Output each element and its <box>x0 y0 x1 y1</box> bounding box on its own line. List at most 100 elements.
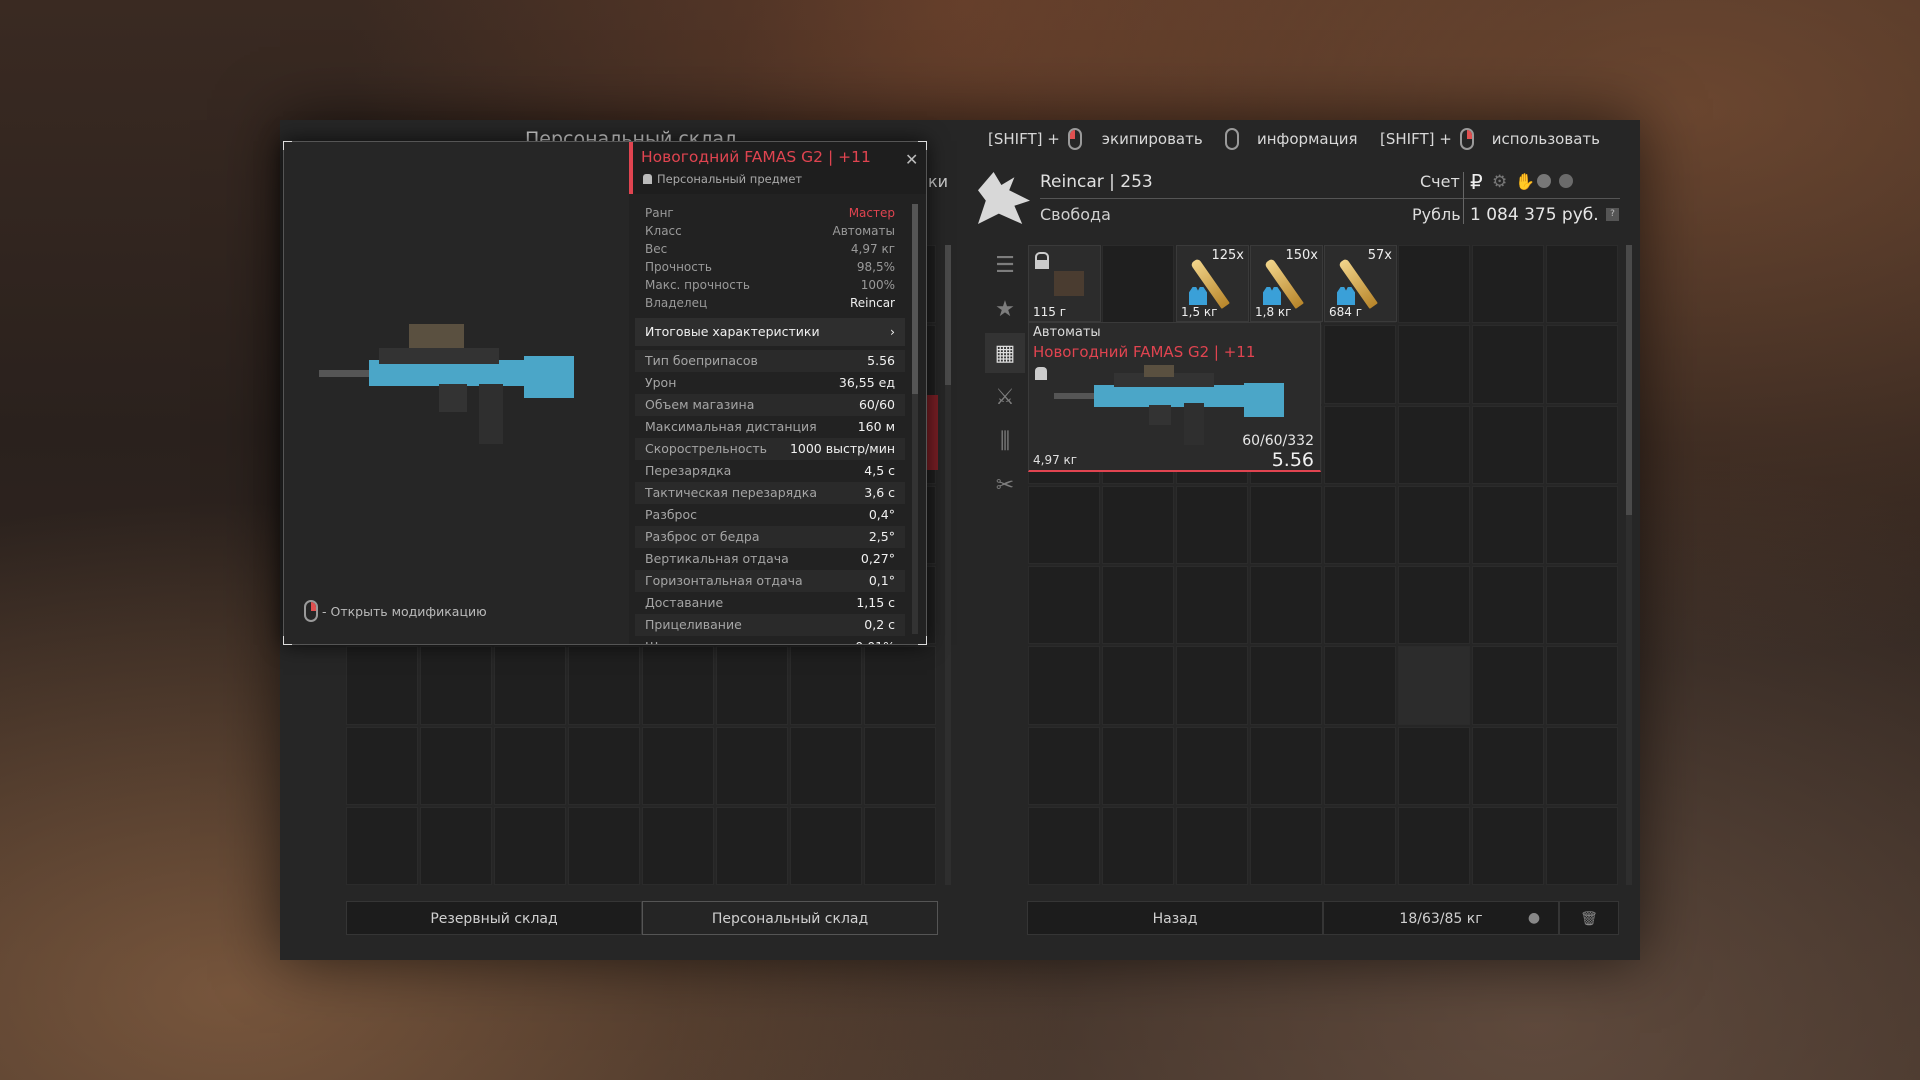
grid-cell[interactable] <box>1324 325 1396 404</box>
grid-cell[interactable] <box>1028 726 1100 805</box>
grid-cell[interactable] <box>1324 806 1396 885</box>
grid-cell[interactable] <box>1324 566 1396 645</box>
grid-cell[interactable] <box>494 806 566 885</box>
grid-cell[interactable] <box>420 806 492 885</box>
grid-cell[interactable] <box>1546 325 1618 404</box>
grid-cell[interactable] <box>1398 646 1470 725</box>
grid-cell[interactable] <box>790 806 862 885</box>
grid-cell[interactable] <box>1324 646 1396 725</box>
grid-cell[interactable] <box>716 726 788 805</box>
grid-cell[interactable] <box>1102 646 1174 725</box>
grid-cell[interactable] <box>420 726 492 805</box>
grid-cell[interactable] <box>1398 485 1470 564</box>
grid-cell[interactable] <box>1250 806 1322 885</box>
inventory-slot-ammo-3[interactable]: 57x 684 г <box>1324 245 1397 322</box>
grid-cell[interactable] <box>346 726 418 805</box>
grid-cell[interactable] <box>864 806 936 885</box>
grid-cell[interactable] <box>1546 245 1618 324</box>
grid-cell[interactable] <box>1546 806 1618 885</box>
grid-cell[interactable] <box>1102 726 1174 805</box>
storage-scrollbar-thumb[interactable] <box>945 245 951 385</box>
grid-cell[interactable] <box>1250 726 1322 805</box>
grid-cell[interactable] <box>1102 245 1174 324</box>
grid-cell[interactable] <box>494 646 566 725</box>
grid-cell[interactable] <box>642 726 714 805</box>
grid-cell[interactable] <box>568 726 640 805</box>
grid-cell[interactable] <box>1546 646 1618 725</box>
grid-cell[interactable] <box>1176 726 1248 805</box>
grid-cell[interactable] <box>1546 726 1618 805</box>
ruble-icon[interactable]: ₽ <box>1470 170 1483 194</box>
grid-cell[interactable] <box>1250 566 1322 645</box>
grid-view-icon[interactable]: ▦ <box>985 333 1025 373</box>
grid-cell[interactable] <box>1398 405 1470 484</box>
token-icon[interactable] <box>1559 174 1573 188</box>
grid-cell[interactable] <box>1546 405 1618 484</box>
grid-cell[interactable] <box>568 646 640 725</box>
grid-cell[interactable] <box>568 806 640 885</box>
tools-filter-icon[interactable]: ✂ <box>985 465 1025 505</box>
list-sort-icon[interactable]: ☰ <box>985 245 1025 285</box>
grid-cell[interactable] <box>1176 646 1248 725</box>
grid-cell[interactable] <box>1028 566 1100 645</box>
hand-icon[interactable]: ✋ <box>1515 172 1535 191</box>
tab-personal-storage[interactable]: Персональный склад <box>642 901 938 935</box>
grid-cell[interactable] <box>1398 806 1470 885</box>
grid-cell[interactable] <box>494 726 566 805</box>
gear-icon[interactable]: ⚙ <box>1492 172 1507 192</box>
grid-cell[interactable] <box>1250 485 1322 564</box>
grid-cell[interactable] <box>1028 806 1100 885</box>
grid-cell[interactable] <box>346 806 418 885</box>
grid-cell[interactable] <box>1472 405 1544 484</box>
inventory-slot-ammo-2[interactable]: 150x 1,8 кг <box>1250 245 1323 322</box>
back-button[interactable]: Назад <box>1027 901 1323 935</box>
grid-cell[interactable] <box>1472 245 1544 324</box>
grid-cell[interactable] <box>346 646 418 725</box>
inventory-slot-ammo-1[interactable]: 125x 1,5 кг <box>1176 245 1249 322</box>
grid-cell[interactable] <box>420 646 492 725</box>
badge-icon[interactable] <box>1537 174 1551 188</box>
grid-cell[interactable] <box>1176 806 1248 885</box>
grid-cell[interactable] <box>1546 566 1618 645</box>
grid-cell[interactable] <box>1472 566 1544 645</box>
grid-cell[interactable] <box>1102 566 1174 645</box>
grid-cell[interactable] <box>1028 646 1100 725</box>
grid-cell[interactable] <box>864 646 936 725</box>
grid-cell[interactable] <box>864 726 936 805</box>
grid-cell[interactable] <box>1398 726 1470 805</box>
help-icon[interactable]: ? <box>1606 208 1619 221</box>
grid-cell[interactable] <box>1324 726 1396 805</box>
grid-cell[interactable] <box>1324 485 1396 564</box>
weapon-filter-icon[interactable]: ⚔ <box>985 377 1025 417</box>
grid-cell[interactable] <box>1176 566 1248 645</box>
close-icon[interactable]: ✕ <box>905 150 918 169</box>
backpack-scrollbar-thumb[interactable] <box>1626 245 1632 515</box>
grid-cell[interactable] <box>642 646 714 725</box>
inventory-slot-device[interactable]: 115 г <box>1028 245 1101 322</box>
grid-cell[interactable] <box>716 806 788 885</box>
weapon-item[interactable]: Автоматы Новогодний FAMAS G2 | +11 60/60… <box>1028 322 1321 472</box>
grid-cell[interactable] <box>1472 485 1544 564</box>
grid-cell[interactable] <box>1250 646 1322 725</box>
grid-cell[interactable] <box>1398 245 1470 324</box>
tab-reserve-storage[interactable]: Резервный склад <box>346 901 642 935</box>
grid-cell[interactable] <box>1324 405 1396 484</box>
trash-icon[interactable]: 🗑 <box>1559 901 1619 935</box>
grid-cell[interactable] <box>790 726 862 805</box>
tooltip-scrollbar-thumb[interactable] <box>912 204 918 394</box>
grid-cell[interactable] <box>1472 646 1544 725</box>
grid-cell[interactable] <box>1472 726 1544 805</box>
grid-cell[interactable] <box>790 646 862 725</box>
grid-cell[interactable] <box>1546 485 1618 564</box>
grid-cell[interactable] <box>716 646 788 725</box>
grid-cell[interactable] <box>1028 485 1100 564</box>
grid-cell[interactable] <box>1102 806 1174 885</box>
favorite-star-icon[interactable]: ★ <box>985 289 1025 329</box>
section-final-stats[interactable]: Итоговые характеристики › <box>635 318 905 346</box>
grid-cell[interactable] <box>1398 325 1470 404</box>
grid-cell[interactable] <box>642 806 714 885</box>
open-mod-hint[interactable]: - Открыть модификацию <box>322 604 487 619</box>
grid-cell[interactable] <box>1398 566 1470 645</box>
grid-cell[interactable] <box>1176 485 1248 564</box>
ammo-filter-icon[interactable]: ⫼ <box>985 421 1025 461</box>
